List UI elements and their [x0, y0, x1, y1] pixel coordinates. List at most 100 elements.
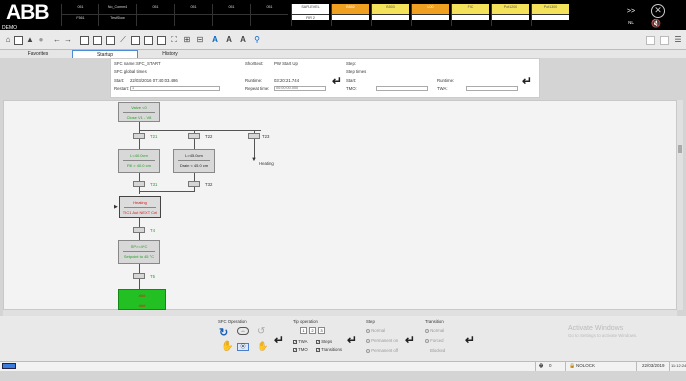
forced-radio[interactable]: Forced — [425, 338, 444, 343]
tmo-checkbox[interactable]: ✓ TMO — [293, 347, 308, 352]
enter-icon[interactable]: ↵ — [332, 74, 342, 88]
alarm-desc — [251, 15, 288, 16]
repeat-field[interactable]: 00:00:00.000 — [274, 86, 326, 91]
blocked-label: Blocked — [430, 348, 446, 353]
enter-icon-4[interactable]: ↵ — [347, 333, 357, 347]
transition-section-label: Transition — [425, 319, 444, 324]
more-alarms-button[interactable]: >> NL — [622, 8, 640, 25]
speaker-mute-icon[interactable]: 🔇 — [651, 19, 661, 28]
alarm-cell[interactable]: B502 RUNTIME — [331, 4, 369, 26]
scroll-thumb[interactable] — [678, 145, 682, 153]
menu-icon[interactable]: ☰ — [673, 35, 683, 45]
alarm-desc: FIR 2 — [292, 15, 329, 20]
overview-icon[interactable] — [14, 36, 23, 45]
alarm-cell[interactable]: No_Comm4 TestSlow — [98, 4, 136, 26]
window-left-icon[interactable] — [646, 36, 655, 45]
t32-label: T32 — [205, 182, 213, 187]
back-arrow-icon[interactable]: ← — [52, 35, 62, 45]
status-indicator — [2, 363, 16, 369]
hand-icon[interactable]: ✋ — [221, 341, 233, 352]
step-mode-icon[interactable]: ⦿ — [237, 343, 249, 351]
auto-mode-icon[interactable]: ↻ — [219, 326, 228, 339]
step-action: Setpoint to 45 °C — [123, 254, 155, 259]
forward-arrow-icon[interactable]: → — [63, 35, 73, 45]
alarm-cell[interactable]: FIC 0100 — [451, 4, 489, 26]
alarm-tag: B502 — [332, 4, 369, 15]
tab-favorites[interactable]: Favorites — [8, 50, 68, 58]
text-size-icon[interactable]: A — [210, 35, 220, 45]
sequence-icon[interactable]: ⊞ — [182, 35, 192, 45]
alarm-cell[interactable]: 051 — [174, 4, 212, 26]
search-icon[interactable]: ⚲ — [252, 35, 262, 45]
info-icon[interactable]: ● — [36, 35, 46, 45]
step-fill[interactable]: L<40.0cm Fill > 40.0 cm — [118, 149, 160, 173]
tree-icon[interactable]: ⊟ — [195, 35, 205, 45]
hand-disabled-icon[interactable]: ✋ — [257, 341, 268, 352]
step-normal-radio[interactable]: Normal — [366, 328, 385, 333]
transition-normal-radio[interactable]: Normal — [425, 328, 444, 333]
alarm-desc: RUNTIME — [412, 15, 449, 20]
alarm-cell[interactable]: L00 RUNTIME — [411, 4, 449, 26]
alarm-cell[interactable]: B503 PROTECT — [371, 4, 409, 26]
sfc-name-value: SFC_START — [136, 61, 161, 66]
heating-jump-label: Heating — [259, 161, 274, 166]
tip-3-button[interactable]: 3 — [318, 327, 325, 334]
printer-icon[interactable]: 🖶 — [539, 362, 543, 370]
vertical-scrollbar[interactable] — [677, 100, 683, 310]
trend-icon[interactable] — [93, 36, 102, 45]
steps-checkbox[interactable]: ✓ Steps — [316, 339, 332, 344]
enter-icon-6[interactable]: ↵ — [465, 333, 475, 347]
table-icon[interactable] — [144, 36, 153, 45]
window-right-icon[interactable] — [660, 36, 669, 45]
tab-startup[interactable]: Startup — [72, 50, 138, 58]
reset-icon[interactable]: ↺ — [257, 326, 265, 337]
alarm-cell[interactable]: Pot1300 Low — [531, 4, 569, 26]
step-label: Heating — [133, 200, 147, 205]
line-chart-icon[interactable]: ⟋ — [118, 35, 128, 45]
alarm-cell[interactable]: 051 — [136, 4, 174, 26]
restart-field[interactable]: 1 — [130, 86, 220, 91]
step-heating[interactable]: Heating TIC1 Aut NEXT Cel — [119, 196, 161, 218]
display-icon[interactable] — [80, 36, 89, 45]
transitions-checkbox[interactable]: ✓ Transitions — [316, 347, 342, 352]
chart-icon[interactable] — [106, 36, 115, 45]
permanent-on-radio[interactable]: Permanent on — [366, 338, 398, 343]
tip-2-button[interactable]: 2 — [309, 327, 316, 334]
home-icon[interactable]: ⌂ — [3, 35, 13, 45]
faceplate-icon[interactable] — [131, 36, 140, 45]
twa-checkbox[interactable]: ✓ TWA — [293, 339, 308, 344]
sfc-name-label: SFC name: — [114, 61, 136, 66]
alarm-cell[interactable]: 051 — [212, 4, 250, 26]
manual-mode-icon[interactable]: ↔ — [237, 327, 249, 335]
enter-icon-3[interactable]: ↵ — [274, 333, 284, 347]
alarm-tag: Pot1300 — [532, 4, 569, 15]
step-close-valves[interactable]: Valve <0 Close V1 - V8 — [118, 102, 160, 122]
text-size-2-icon[interactable]: A — [224, 35, 234, 45]
step-final[interactable]: ### ### — [118, 289, 166, 310]
alarm-silence-icon[interactable]: ✕ — [651, 4, 665, 18]
alarm-cell[interactable]: 051 — [250, 4, 288, 26]
alarm-cell[interactable]: 051 F561 — [61, 4, 99, 26]
twa-field[interactable] — [466, 86, 518, 91]
alarm-tag: 051 — [175, 4, 212, 15]
text-size-3-icon[interactable]: A — [238, 35, 248, 45]
alarm-cell[interactable]: SAFLEVEL FIR 2 — [291, 4, 329, 26]
tab-history[interactable]: History — [140, 50, 200, 58]
activate-windows-watermark: Activate Windows Go to Settings to activ… — [568, 325, 637, 338]
alarm-cell[interactable]: Pot1200 Low — [491, 4, 529, 26]
t4-label: T4 — [150, 228, 156, 233]
enter-icon-2[interactable]: ↵ — [522, 74, 532, 88]
alarm-triangle-icon[interactable]: ▲ — [25, 35, 35, 45]
sfc-icon[interactable]: ⛶ — [169, 35, 179, 45]
lock-status: NOLOCK — [576, 363, 596, 368]
tmo-field[interactable] — [376, 86, 428, 91]
enter-icon-5[interactable]: ↵ — [405, 333, 415, 347]
step-drain[interactable]: L>45.0cm Drain < 45.0 cm — [173, 149, 215, 173]
sfc-operation-label: SFC Operation — [218, 319, 247, 324]
step-action: ### — [138, 303, 146, 308]
step-action: Close V1 - V8 — [126, 115, 152, 120]
permanent-off-radio[interactable]: Permanent off — [366, 348, 398, 353]
tip-1-button[interactable]: 1 — [300, 327, 307, 334]
document-icon[interactable] — [157, 36, 166, 45]
step-setpoint[interactable]: SP>=4*C Setpoint to 45 °C — [118, 240, 160, 264]
